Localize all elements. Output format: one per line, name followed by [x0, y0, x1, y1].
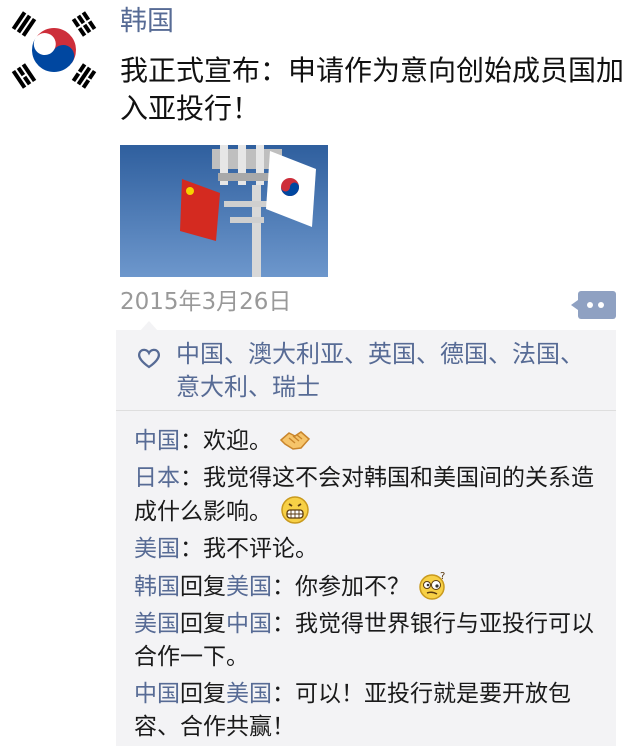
- reply-target[interactable]: 中国: [226, 611, 272, 637]
- comment-author[interactable]: 美国: [134, 536, 180, 562]
- comment-text: 我不评论。: [203, 536, 318, 562]
- comment-text: 你参加不？: [295, 574, 410, 600]
- heart-icon: [138, 348, 160, 369]
- comment-separator: ：: [272, 681, 295, 707]
- comment-author[interactable]: 美国: [134, 611, 180, 637]
- comment-author[interactable]: 中国: [134, 428, 180, 454]
- comment-text: 欢迎。: [203, 428, 272, 454]
- comment-author[interactable]: 中国: [134, 681, 180, 707]
- reply-word: 回复: [180, 681, 226, 707]
- dot-icon: [598, 302, 604, 308]
- comment-item[interactable]: 中国：欢迎。: [134, 424, 612, 458]
- comment-menu-button[interactable]: [571, 291, 616, 319]
- dot-icon: [587, 302, 593, 308]
- comment-item[interactable]: 日本：我觉得这不会对韩国和美国间的关系造成什么影响。: [134, 462, 612, 529]
- comment-list: 中国：欢迎。 日本：我觉得这不会对韩国和美国间的关系造成什么影响。 美国：我不评…: [134, 424, 612, 748]
- comment-item[interactable]: 中国回复美国：可以！亚投行就是要开放包容、合作共赢！: [134, 678, 612, 744]
- reply-word: 回复: [180, 574, 226, 600]
- likes-section: 中国、澳大利亚、英国、德国、法国、意大利、瑞士: [116, 330, 616, 411]
- grin-icon: [281, 496, 310, 524]
- svg-text:?: ?: [440, 571, 445, 582]
- korean-flag-icon: [6, 6, 102, 94]
- comment-author[interactable]: 日本: [134, 465, 180, 491]
- comment-text: 我觉得这不会对韩国和美国间的关系造成什么影响。: [134, 465, 594, 525]
- comment-item[interactable]: 美国：我不评论。: [134, 533, 612, 566]
- interaction-panel: 中国、澳大利亚、英国、德国、法国、意大利、瑞士 中国：欢迎。 日本：我觉得这不会…: [116, 330, 616, 746]
- reply-target[interactable]: 美国: [226, 681, 272, 707]
- author-avatar[interactable]: [6, 6, 102, 94]
- comment-separator: ：: [272, 574, 295, 600]
- author-name[interactable]: 韩国: [120, 4, 174, 40]
- reply-target[interactable]: 美国: [226, 574, 272, 600]
- handshake-icon: [280, 431, 311, 450]
- post-timestamp: 2015年3月26日: [120, 289, 292, 315]
- comment-item[interactable]: 美国回复中国：我觉得世界银行与亚投行可以合作一下。: [134, 608, 612, 674]
- reply-word: 回复: [180, 611, 226, 637]
- comment-separator: ：: [180, 428, 203, 454]
- comment-separator: ：: [180, 465, 203, 491]
- post-text: 我正式宣布：申请作为意向创始成员国加入亚投行！: [120, 54, 625, 125]
- comment-author[interactable]: 韩国: [134, 574, 180, 600]
- post-photo[interactable]: [120, 145, 328, 277]
- comment-item[interactable]: 韩国回复美国：你参加不？ ?: [134, 570, 612, 604]
- likes-names[interactable]: 中国、澳大利亚、英国、德国、法国、意大利、瑞士: [176, 338, 596, 404]
- confused-icon: ?: [419, 571, 446, 600]
- flags-photo-image: [120, 145, 328, 277]
- comment-separator: ：: [272, 611, 295, 637]
- comment-separator: ：: [180, 536, 203, 562]
